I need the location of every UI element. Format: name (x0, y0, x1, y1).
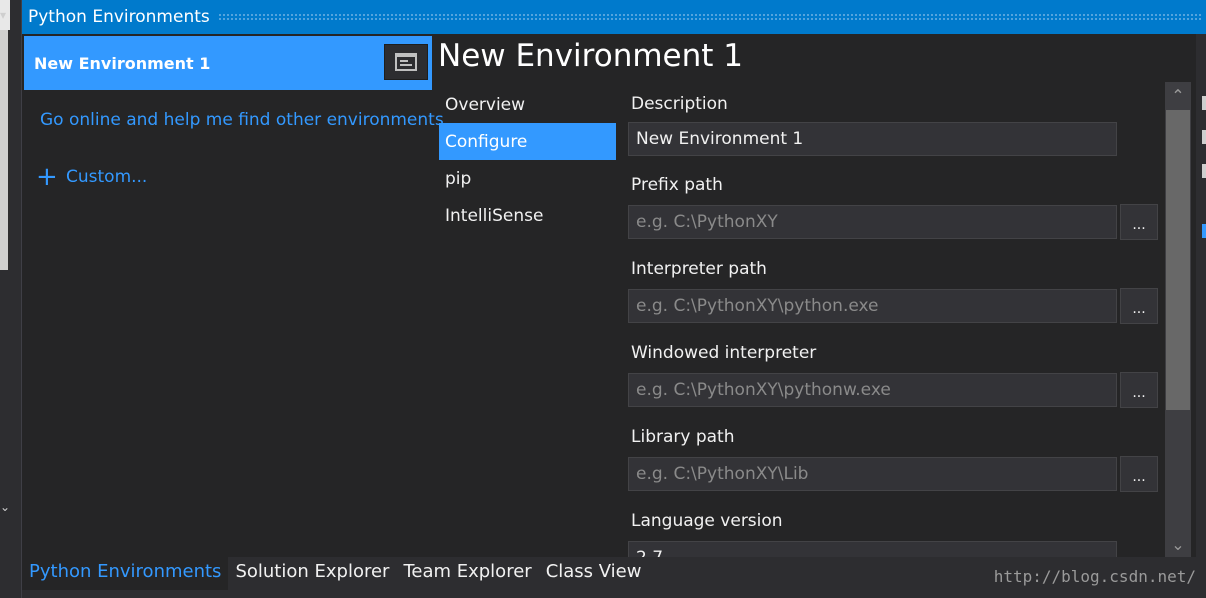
bottom-tab-solution-explorer[interactable]: Solution Explorer (228, 557, 396, 590)
tab-overview[interactable]: Overview (439, 86, 616, 123)
environment-name: New Environment 1 (34, 53, 211, 73)
bottom-tab-python-environments[interactable]: Python Environments (22, 557, 229, 590)
configure-form: Description New Environment 1 Prefix pat… (628, 86, 1164, 557)
scroll-up-icon[interactable]: ⌃ (1165, 82, 1191, 108)
language-version-select[interactable]: 2.7 ⌄ (628, 541, 1117, 557)
interpreter-path-label: Interpreter path (631, 259, 767, 279)
interpreter-path-input[interactable]: e.g. C:\PythonXY\python.exe (628, 289, 1117, 323)
page-title: New Environment 1 (438, 38, 743, 74)
form-scrollbar[interactable]: ⌃ ⌄ (1165, 82, 1191, 557)
environment-list: New Environment 1 Go online and help me … (22, 34, 444, 557)
titlebar-grip[interactable] (217, 13, 1202, 21)
chevron-down-icon[interactable]: ⌄ (0, 500, 10, 514)
bottom-tab-team-explorer[interactable]: Team Explorer (396, 557, 538, 590)
language-version-value: 2.7 (636, 548, 663, 557)
prefix-path-input[interactable]: e.g. C:\PythonXY (628, 205, 1117, 239)
tab-configure[interactable]: Configure (439, 123, 616, 160)
tab-pip[interactable]: pip (439, 160, 616, 197)
detail-tabs: Overview Configure pip IntelliSense (439, 86, 616, 234)
tab-intellisense[interactable]: IntelliSense (439, 197, 616, 234)
custom-label: Custom... (66, 167, 148, 187)
right-edge-panel (1196, 34, 1206, 557)
library-path-input[interactable]: e.g. C:\PythonXY\Lib (628, 457, 1117, 491)
plus-icon: + (36, 162, 58, 192)
add-custom-environment-button[interactable]: + Custom... (36, 164, 147, 190)
interpreter-path-browse-button[interactable]: ... (1120, 288, 1158, 324)
windowed-interpreter-label: Windowed interpreter (631, 343, 817, 363)
description-label: Description (631, 94, 728, 114)
scrollbar-thumb[interactable] (1166, 110, 1190, 410)
language-version-label: Language version (631, 511, 783, 531)
left-edge-panel: ▾ ⌄ (0, 0, 22, 598)
library-path-label: Library path (631, 427, 735, 447)
tool-window-titlebar: Python Environments (22, 0, 1206, 34)
bottom-tab-class-view[interactable]: Class View (539, 557, 649, 590)
edge-mark-blue (1202, 224, 1206, 238)
find-environments-link[interactable]: Go online and help me find other environ… (40, 110, 444, 130)
library-path-browse-button[interactable]: ... (1120, 456, 1158, 492)
watermark: http://blog.csdn.net/ (993, 567, 1196, 586)
bottom-tab-strip: Python Environments Solution Explorer Te… (22, 557, 1206, 598)
edge-mark (1202, 130, 1206, 144)
description-input[interactable]: New Environment 1 (628, 122, 1117, 156)
windowed-interpreter-browse-button[interactable]: ... (1120, 372, 1158, 408)
left-scrollbar[interactable] (0, 30, 8, 270)
prefix-path-label: Prefix path (631, 175, 723, 195)
prefix-path-browse-button[interactable]: ... (1120, 204, 1158, 240)
edge-mark (1202, 164, 1206, 178)
windowed-interpreter-input[interactable]: e.g. C:\PythonXY\pythonw.exe (628, 373, 1117, 407)
environment-item-selected[interactable]: New Environment 1 (24, 36, 432, 90)
window-title: Python Environments (28, 7, 210, 27)
edge-mark (1202, 96, 1206, 110)
chevron-down-icon[interactable]: ▾ (0, 8, 6, 22)
scroll-down-icon[interactable]: ⌄ (1165, 531, 1191, 557)
open-console-button[interactable] (384, 44, 428, 80)
console-icon (395, 53, 417, 71)
